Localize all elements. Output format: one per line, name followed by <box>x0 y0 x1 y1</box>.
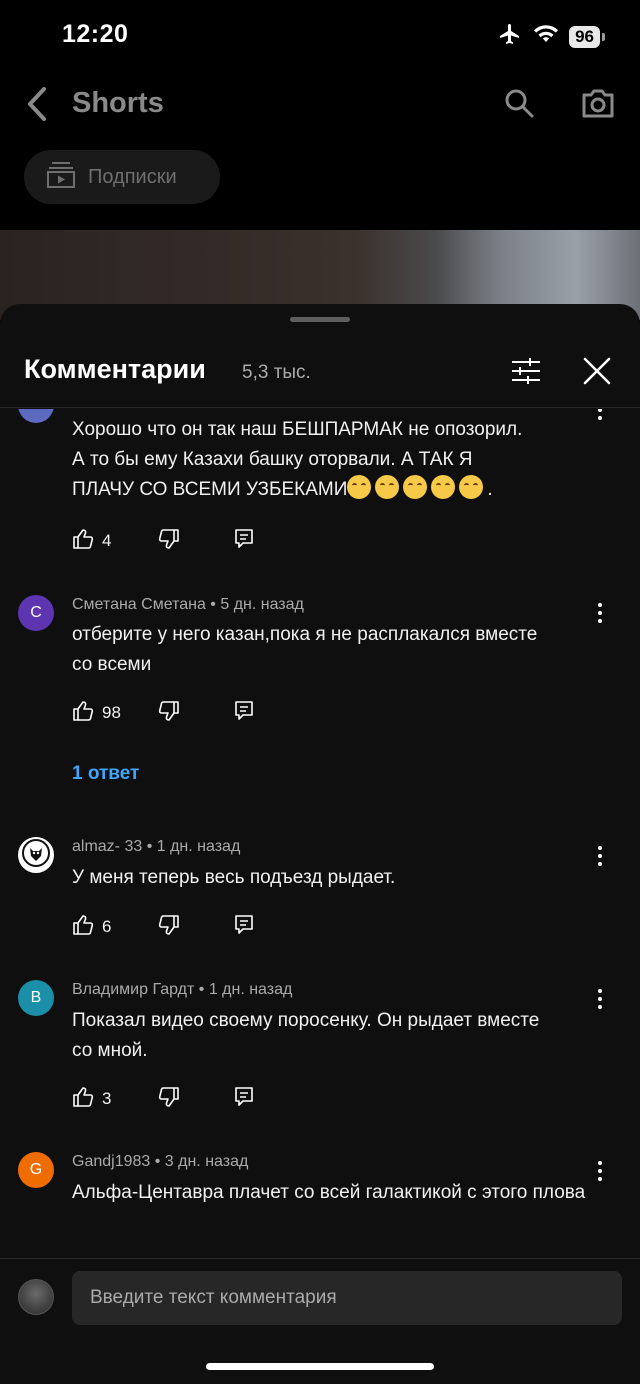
loudly-crying-face-icon <box>347 475 372 499</box>
avatar[interactable]: В <box>18 980 54 1016</box>
subscriptions-chip[interactable]: Подписки <box>24 150 220 204</box>
comment-meta: Владимир Гардт • 1 дн. назад <box>72 981 293 998</box>
reply-button[interactable] <box>234 1086 254 1113</box>
comment-item: С Сметана Сметана • 5 дн. назад отберите… <box>0 589 640 789</box>
chevron-left-icon <box>22 87 50 128</box>
dislike-button[interactable] <box>158 700 234 727</box>
drag-handle[interactable] <box>290 317 350 322</box>
sort-button[interactable] <box>510 356 542 391</box>
reply-button[interactable] <box>234 700 254 727</box>
comments-sheet: Комментарии 5,3 тыс. Ж Хорошо чт <box>0 304 640 1384</box>
comment-meta: Gandj1983 • 3 дн. назад <box>72 1153 249 1170</box>
search-button[interactable] <box>503 87 535 124</box>
comment-item: Ж Хорошо что он так наш БЕШПАРМАК не опо… <box>0 409 640 559</box>
home-indicator[interactable] <box>206 1363 434 1370</box>
comment-actions: 4 <box>72 528 254 555</box>
battery-indicator: 96 <box>569 25 605 48</box>
subscriptions-label: Подписки <box>88 165 177 188</box>
dislike-button[interactable] <box>158 1086 234 1113</box>
status-bar: 12:20 96 <box>0 0 640 70</box>
comments-title: Комментарии <box>24 354 206 384</box>
like-count: 6 <box>102 917 112 936</box>
reply-icon <box>234 914 254 941</box>
airplane-icon <box>497 22 523 51</box>
page-title: Shorts <box>72 87 164 119</box>
search-icon <box>503 89 535 123</box>
comment-composer <box>0 1258 640 1384</box>
comment-actions: 3 <box>72 1086 254 1113</box>
more-options-button[interactable] <box>596 602 604 629</box>
avatar[interactable]: Ж <box>18 409 54 423</box>
comments-list[interactable]: Ж Хорошо что он так наш БЕШПАРМАК не опо… <box>0 409 640 1259</box>
reply-button[interactable] <box>234 528 254 555</box>
comment-meta: Сметана Сметана • 5 дн. назад <box>72 596 304 613</box>
avatar[interactable] <box>18 837 54 873</box>
close-icon <box>582 357 612 390</box>
close-button[interactable] <box>582 356 612 391</box>
thumbs-down-icon <box>158 700 180 727</box>
reply-button[interactable] <box>234 914 254 941</box>
loudly-crying-face-icon <box>375 475 400 499</box>
comment-item: almaz- 33 • 1 дн. назад У меня теперь ве… <box>0 831 640 961</box>
comments-count: 5,3 тыс. <box>242 362 311 383</box>
wolf-logo-icon <box>21 838 51 873</box>
thumbs-down-icon <box>158 1086 180 1113</box>
like-button[interactable]: 3 <box>72 1086 158 1113</box>
avatar[interactable]: G <box>18 1152 54 1188</box>
camera-button[interactable] <box>580 86 616 125</box>
like-button[interactable]: 4 <box>72 528 158 555</box>
status-time: 12:20 <box>62 20 129 48</box>
loudly-crying-face-icon <box>431 475 456 499</box>
more-vertical-icon <box>596 603 604 628</box>
wifi-icon <box>533 24 559 49</box>
avatar-letter: В <box>30 989 42 1006</box>
view-replies-link[interactable]: 1 ответ <box>72 763 139 785</box>
comment-text: Показал видео своему поросенку. Он рыдае… <box>72 1010 540 1061</box>
loudly-crying-face-icon <box>459 475 484 499</box>
avatar-letter: С <box>30 604 42 621</box>
like-count: 4 <box>102 531 112 550</box>
thumbs-up-icon <box>72 528 94 555</box>
comment-actions: 6 <box>72 914 254 941</box>
like-count: 98 <box>102 703 121 722</box>
comment-text: У меня теперь весь подъезд рыдает. <box>72 867 396 888</box>
comment-input-container[interactable] <box>72 1271 622 1325</box>
loudly-crying-face-icon <box>403 475 428 499</box>
thumbs-down-icon <box>158 528 180 555</box>
reply-icon <box>234 1086 254 1113</box>
dislike-button[interactable] <box>158 528 234 555</box>
more-vertical-icon <box>596 989 604 1014</box>
comment-meta: almaz- 33 • 1 дн. назад <box>72 838 241 855</box>
comment-text: Хорошо что он так наш БЕШПАРМАК не опозо… <box>72 419 523 500</box>
reply-icon <box>234 528 254 555</box>
thumbs-up-icon <box>72 700 94 727</box>
back-button[interactable] <box>22 84 50 129</box>
camera-icon <box>580 89 616 124</box>
avatar[interactable]: С <box>18 595 54 631</box>
subscriptions-icon <box>46 161 76 194</box>
like-button[interactable]: 6 <box>72 914 158 941</box>
dislike-button[interactable] <box>158 914 234 941</box>
thumbs-down-icon <box>158 914 180 941</box>
comment-text: отберите у него казан,пока я не расплака… <box>72 624 538 675</box>
like-count: 3 <box>102 1089 112 1108</box>
my-avatar[interactable] <box>18 1279 54 1315</box>
like-button[interactable]: 98 <box>72 700 158 727</box>
filter-icon <box>510 358 542 390</box>
comment-actions: 98 <box>72 700 254 727</box>
comments-header: Комментарии 5,3 тыс. <box>0 338 640 408</box>
thumbs-up-icon <box>72 914 94 941</box>
reply-icon <box>234 700 254 727</box>
thumbs-up-icon <box>72 1086 94 1113</box>
more-options-button[interactable] <box>596 988 604 1015</box>
comment-item: В Владимир Гардт • 1 дн. назад Показал в… <box>0 974 640 1134</box>
comment-input[interactable] <box>90 1287 622 1309</box>
comment-text: Альфа-Центавра плачет со всей галактикой… <box>72 1182 586 1203</box>
avatar-letter: G <box>29 1161 43 1178</box>
avatar-letter: Ж <box>29 409 44 414</box>
top-bar: Shorts <box>0 70 640 140</box>
comment-item: G Gandj1983 • 3 дн. назад Альфа-Центавра… <box>0 1146 640 1259</box>
